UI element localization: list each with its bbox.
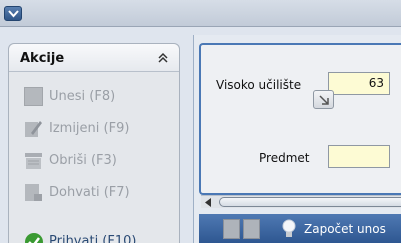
visoko-uciliste-label: Visoko učilište bbox=[216, 78, 302, 92]
action-obrisi-label: Obriši (F3) bbox=[49, 152, 117, 168]
action-izmijeni-label: Izmijeni (F9) bbox=[49, 120, 130, 136]
lookup-button[interactable] bbox=[313, 90, 334, 109]
toolbar-button-1[interactable] bbox=[223, 219, 240, 239]
start-entry-button[interactable]: Započet unos bbox=[281, 217, 401, 241]
fetch-icon bbox=[24, 183, 43, 202]
collapse-up-icon[interactable] bbox=[157, 52, 169, 64]
action-prihvati-label: Prihvati (F10) bbox=[49, 233, 137, 243]
action-unesi-label: Unesi (F8) bbox=[49, 88, 116, 104]
actions-panel-title: Akcije bbox=[20, 51, 65, 66]
toolbar-button-2[interactable] bbox=[243, 219, 260, 239]
predmet-input[interactable] bbox=[328, 145, 390, 168]
accept-icon bbox=[24, 232, 43, 243]
predmet-label: Predmet bbox=[259, 151, 310, 165]
action-dohvati[interactable]: Dohvati (F7) bbox=[24, 182, 130, 202]
lightbulb-icon bbox=[282, 219, 296, 237]
visoko-uciliste-input[interactable]: 63 bbox=[328, 72, 390, 95]
window-menu-button[interactable] bbox=[4, 6, 22, 21]
chevron-down-icon bbox=[8, 10, 19, 18]
start-entry-label: Započet unos bbox=[304, 222, 386, 236]
actions-panel: Akcije bbox=[8, 43, 180, 243]
action-obrisi[interactable]: Obriši (F3) bbox=[24, 150, 117, 170]
delete-icon bbox=[24, 151, 43, 170]
edit-icon bbox=[24, 119, 43, 138]
scrollbar-thumb[interactable] bbox=[219, 197, 401, 207]
horizontal-scrollbar[interactable] bbox=[201, 195, 401, 208]
insert-icon bbox=[24, 86, 43, 106]
form-panel bbox=[199, 43, 401, 195]
arrow-down-right-icon bbox=[319, 95, 329, 105]
window-title-bar bbox=[0, 0, 401, 27]
action-prihvati[interactable]: Prihvati (F10) bbox=[24, 231, 136, 243]
action-izmijeni[interactable]: Izmijeni (F9) bbox=[24, 118, 129, 138]
actions-panel-header[interactable]: Akcije bbox=[9, 44, 179, 72]
scroll-left-icon[interactable] bbox=[204, 198, 212, 207]
action-unesi[interactable]: Unesi (F8) bbox=[24, 86, 115, 106]
action-dohvati-label: Dohvati (F7) bbox=[49, 184, 130, 200]
